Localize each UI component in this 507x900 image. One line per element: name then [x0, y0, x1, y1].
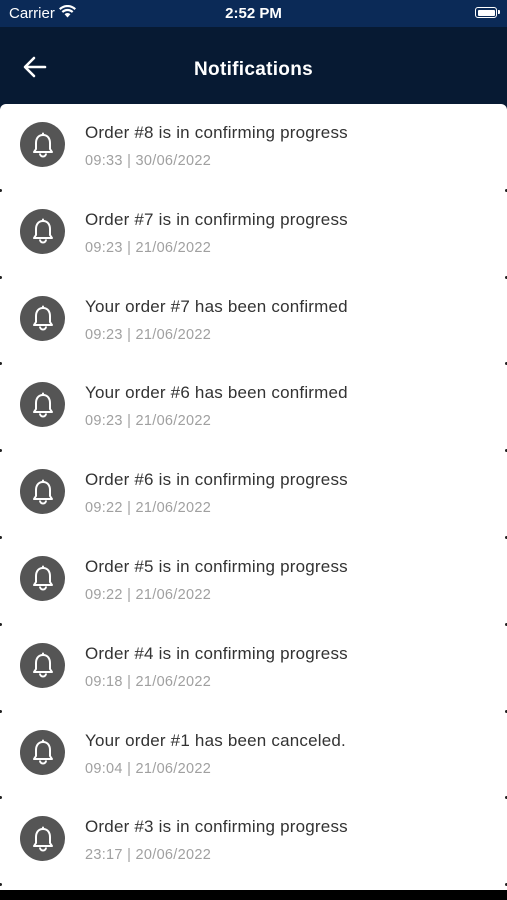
- notification-item[interactable]: Order #6 is in confirming progress 09:22…: [0, 451, 507, 539]
- notification-item[interactable]: Order #3 is in confirming progress 23:17…: [0, 798, 507, 886]
- bell-icon: [20, 729, 65, 775]
- bell-icon: [20, 208, 65, 254]
- notification-time: 09:23 | 21/06/2022: [85, 239, 212, 256]
- page-title: Notifications: [194, 59, 313, 80]
- notification-title: Your order #1 has been canceled.: [85, 730, 346, 750]
- bottom-edge: [0, 890, 507, 900]
- notification-title: Order #8 is in confirming progress: [85, 123, 348, 142]
- notification-title: Order #3 is in confirming progress: [85, 817, 348, 837]
- notification-title: Your order #7 has been confirmed: [85, 296, 348, 316]
- notification-time: 09:18 | 21/06/2022: [85, 673, 212, 690]
- notification-time: 23:17 | 20/06/2022: [85, 847, 212, 864]
- notification-title: Order #7 is in confirming progress: [85, 209, 348, 229]
- notification-item[interactable]: Your order #6 has been confirmed 09:23 |…: [0, 364, 507, 452]
- notification-item[interactable]: Order #7 is in confirming progress 09:23…: [0, 191, 507, 279]
- notification-title: Order #5 is in confirming progress: [85, 556, 348, 576]
- notification-item[interactable]: Your order #1 has been canceled. 09:04 |…: [0, 712, 507, 800]
- notification-time: 09:22 | 21/06/2022: [85, 586, 212, 603]
- notifications-list: Order #8 is in confirming progress 09:33…: [0, 104, 507, 890]
- notification-item[interactable]: Your order #7 has been confirmed 09:23 |…: [0, 278, 507, 366]
- bell-icon: [20, 122, 65, 167]
- app-bar: Notifications: [0, 27, 507, 104]
- notification-item[interactable]: Order #4 is in confirming progress 09:18…: [0, 625, 507, 713]
- bell-icon: [20, 642, 65, 688]
- notification-title: Order #6 is in confirming progress: [85, 470, 348, 490]
- bell-icon: [20, 295, 65, 341]
- notification-time: 09:23 | 21/06/2022: [85, 326, 212, 343]
- bell-icon: [20, 816, 65, 862]
- battery-level: [477, 9, 495, 16]
- notification-time: 09:04 | 21/06/2022: [85, 760, 212, 777]
- notification-time: 09:23 | 21/06/2022: [85, 413, 212, 430]
- bell-icon: [20, 469, 65, 515]
- notification-time: 09:33 | 30/06/2022: [85, 153, 212, 169]
- status-time: 2:52 PM: [225, 5, 282, 22]
- battery-icon: [475, 7, 500, 18]
- notification-title: Order #4 is in confirming progress: [85, 643, 348, 663]
- notification-item[interactable]: Order #8 is in confirming progress 09:33…: [0, 104, 507, 192]
- notification-title: Your order #6 has been confirmed: [85, 383, 348, 403]
- bell-icon: [20, 555, 65, 601]
- notification-item[interactable]: Order #5 is in confirming progress 09:22…: [0, 538, 507, 626]
- status-bar: Carrier 2:52 PM: [0, 0, 507, 27]
- notification-time: 09:22 | 21/06/2022: [85, 500, 212, 517]
- bell-icon: [20, 382, 65, 428]
